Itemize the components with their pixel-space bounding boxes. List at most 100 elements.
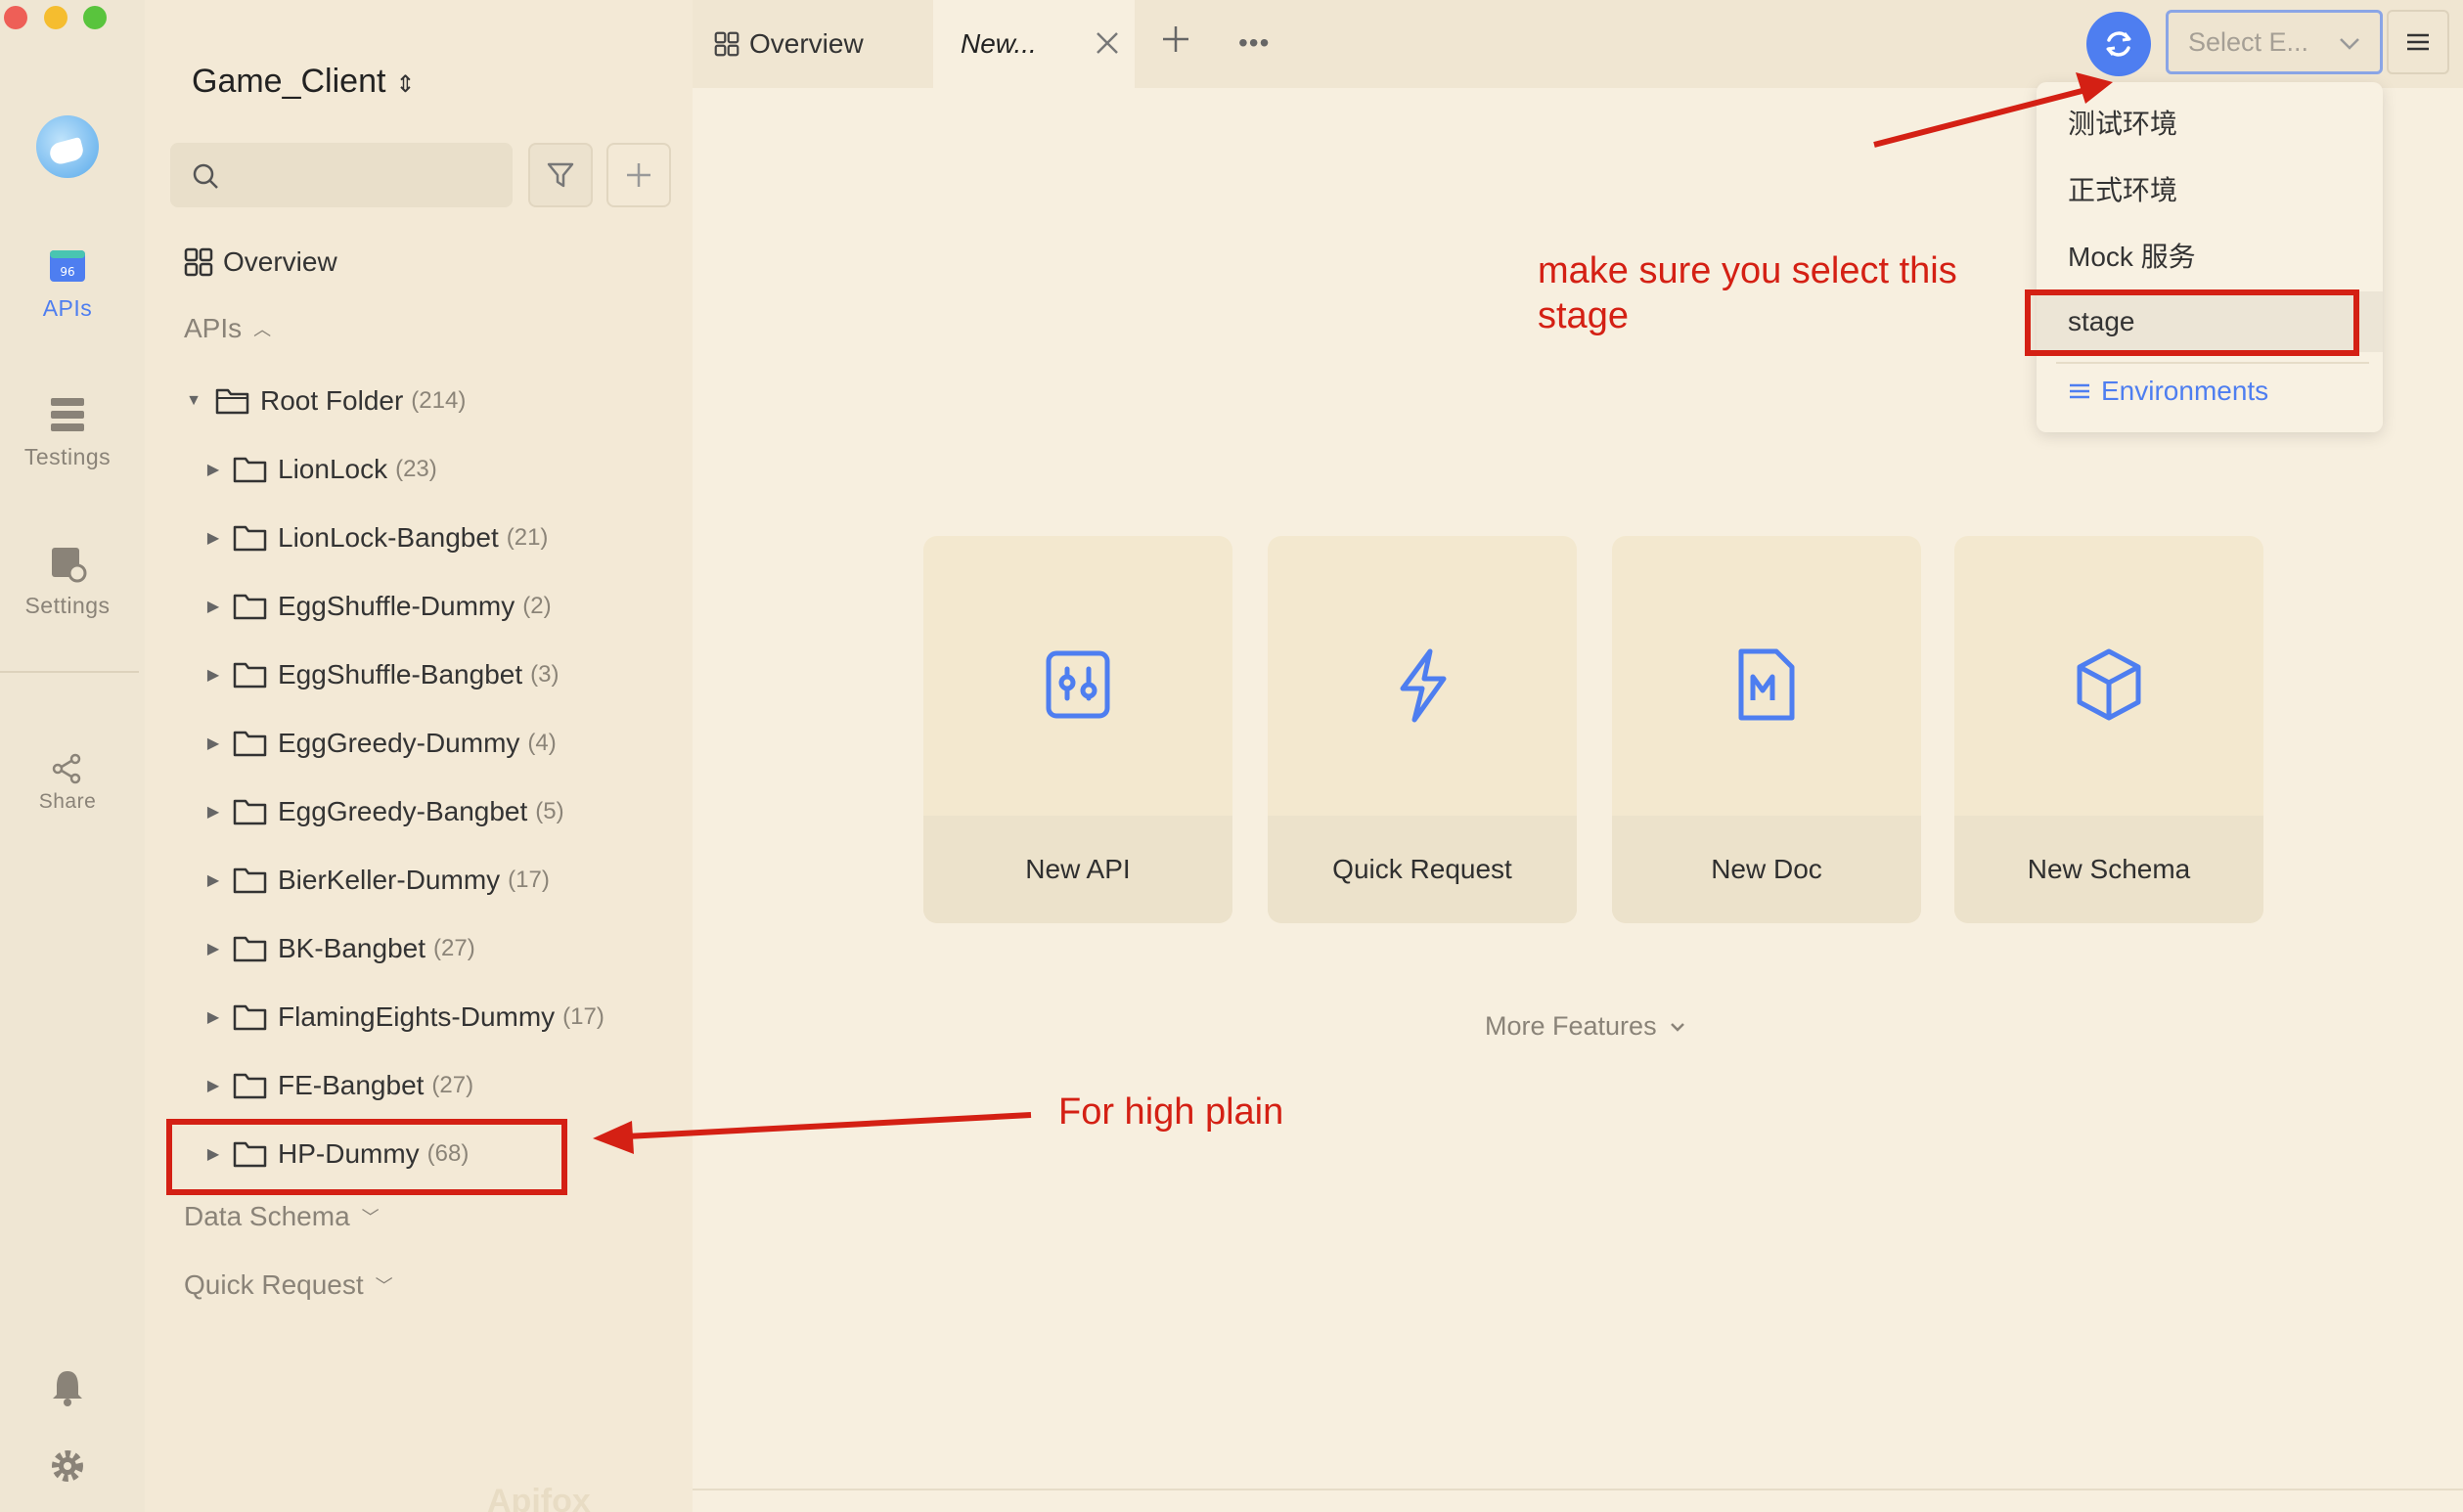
folder-name: LionLock <box>278 454 388 484</box>
folder-count: (27) <box>431 1072 474 1098</box>
folder-count: (17) <box>508 867 550 893</box>
quick-request-section-header[interactable]: Quick Request ﹀ <box>184 1269 393 1301</box>
folder-name: EggGreedy-Dummy <box>278 728 520 758</box>
folder-name: FE-Bangbet <box>278 1070 425 1100</box>
folder-name: FlamingEights-Dummy <box>278 1001 556 1032</box>
tree-folder-row[interactable]: ▶ EggShuffle-Bangbet (3) <box>203 653 560 696</box>
close-icon[interactable] <box>1094 29 1121 57</box>
folder-name: EggGreedy-Bangbet <box>278 796 528 826</box>
gear-icon[interactable] <box>49 1447 86 1485</box>
zoom-window-button[interactable] <box>83 6 107 29</box>
tree-folder-row[interactable]: ▶ BK-Bangbet (27) <box>203 927 475 970</box>
more-tabs-icon[interactable]: ••• <box>1238 27 1270 59</box>
caret-right-icon[interactable]: ▶ <box>203 870 223 890</box>
new-schema-card[interactable]: New Schema <box>1954 536 2263 923</box>
team-avatar[interactable] <box>36 115 99 178</box>
new-tab-plus-icon[interactable] <box>1160 23 1191 55</box>
tree-folder-row[interactable]: ▶ EggGreedy-Bangbet (5) <box>203 790 564 833</box>
folder-count: (3) <box>530 661 560 688</box>
rail-label-testings: Testings <box>23 444 112 469</box>
bottom-divider <box>693 1489 2463 1490</box>
folder-name: BK-Bangbet <box>278 933 425 963</box>
env-option-mock[interactable]: Mock 服务 <box>2037 225 2383 286</box>
quick-request-card[interactable]: Quick Request <box>1268 536 1577 923</box>
caret-right-icon[interactable]: ▶ <box>203 1007 223 1027</box>
tree-folder-row[interactable]: ▶ BierKeller-Dummy (17) <box>203 859 550 902</box>
rail-item-apis[interactable]: 96 APIs <box>0 246 135 322</box>
search-field[interactable] <box>170 143 513 207</box>
sidebar-overview[interactable]: Overview <box>184 241 337 284</box>
folder-icon <box>233 799 267 825</box>
data-schema-section-header[interactable]: Data Schema ﹀ <box>184 1201 380 1232</box>
folder-icon <box>233 936 267 962</box>
close-window-button[interactable] <box>4 6 27 29</box>
env-option-production[interactable]: 正式环境 <box>2037 158 2383 219</box>
folder-name: BierKeller-Dummy <box>278 865 501 895</box>
tree-folder-row[interactable]: ▶ EggGreedy-Dummy (4) <box>203 722 557 765</box>
apis-icon: 96 <box>50 250 85 282</box>
chevron-down-icon <box>2340 38 2359 50</box>
menu-button[interactable] <box>2387 10 2449 74</box>
data-schema-label: Data Schema <box>184 1201 350 1231</box>
grid-icon <box>184 247 213 277</box>
lightning-icon <box>1400 648 1447 723</box>
tree-folder-row[interactable]: ▶ EggShuffle-Dummy (2) <box>203 585 552 628</box>
minimize-window-button[interactable] <box>44 6 67 29</box>
rail-item-testings[interactable]: Testings <box>0 395 135 470</box>
quick-request-label: Quick Request <box>184 1269 364 1300</box>
sync-button[interactable] <box>2086 12 2151 76</box>
annotation-hp-note: For high plain <box>1058 1091 1284 1133</box>
share-icon <box>52 753 81 784</box>
caret-down-icon[interactable]: ▼ <box>184 391 203 411</box>
environment-select[interactable]: Select E... <box>2166 10 2383 74</box>
caret-right-icon[interactable]: ▶ <box>203 939 223 958</box>
tree-folder-row[interactable]: ▶ LionLock-Bangbet (21) <box>203 516 549 559</box>
new-api-card[interactable]: New API <box>923 536 1232 923</box>
quick-request-card-label: Quick Request <box>1268 816 1577 923</box>
project-switcher[interactable]: Game_Client ⇕ <box>192 63 416 101</box>
folder-name: LionLock-Bangbet <box>278 522 499 553</box>
folder-count: (2) <box>522 593 552 619</box>
folder-count: (21) <box>506 524 549 551</box>
bell-icon[interactable] <box>51 1367 84 1406</box>
rail-label-settings: Settings <box>24 593 111 618</box>
folder-name: EggShuffle-Bangbet <box>278 659 523 689</box>
sidebar-overview-label: Overview <box>223 246 337 277</box>
apis-section-label: APIs <box>184 313 243 343</box>
tree-folder-row[interactable]: ▶ FE-Bangbet (27) <box>203 1064 473 1107</box>
tree-folder-row[interactable]: ▶ FlamingEights-Dummy (17) <box>203 996 605 1039</box>
search-input[interactable] <box>229 143 503 207</box>
filter-button[interactable] <box>528 143 593 207</box>
tree-folder-row[interactable]: ▶ LionLock (23) <box>203 448 437 491</box>
rail-item-share[interactable]: Share <box>0 753 135 814</box>
more-features-toggle[interactable]: More Features <box>1485 1011 1688 1042</box>
new-doc-card[interactable]: New Doc <box>1612 536 1921 923</box>
tab-overview[interactable]: Overview <box>714 0 864 88</box>
rail-item-settings[interactable]: Settings <box>0 544 135 619</box>
apis-section-header[interactable]: APIs ︿ <box>184 313 271 344</box>
env-option-test[interactable]: 测试环境 <box>2037 92 2383 153</box>
caret-right-icon[interactable]: ▶ <box>203 460 223 479</box>
search-icon <box>193 163 218 189</box>
caret-right-icon[interactable]: ▶ <box>203 528 223 548</box>
dropdown-divider <box>2056 362 2369 364</box>
caret-right-icon[interactable]: ▶ <box>203 802 223 822</box>
environment-dropdown: 测试环境 正式环境 Mock 服务 stage Environments <box>2037 82 2383 432</box>
add-button[interactable] <box>606 143 671 207</box>
caret-right-icon[interactable]: ▶ <box>203 1076 223 1095</box>
svg-text:96: 96 <box>60 265 74 279</box>
manage-environments-link[interactable]: Environments <box>2068 368 2268 415</box>
rail-label-apis: APIs <box>42 295 93 321</box>
caret-right-icon[interactable]: ▶ <box>203 665 223 685</box>
tree-root-folder[interactable]: ▼ Root Folder (214) <box>184 379 466 422</box>
root-folder-name: Root Folder <box>260 385 404 416</box>
apifox-watermark: Apifox <box>487 1483 591 1512</box>
root-folder-count: (214) <box>411 387 467 414</box>
chevron-down-icon <box>1670 1022 1684 1032</box>
tab-new[interactable]: New... <box>933 0 1135 88</box>
folder-count: (27) <box>433 935 475 961</box>
caret-right-icon[interactable]: ▶ <box>203 734 223 753</box>
cube-icon <box>2077 648 2141 721</box>
tab-new-label: New... <box>961 28 1037 59</box>
caret-right-icon[interactable]: ▶ <box>203 597 223 616</box>
